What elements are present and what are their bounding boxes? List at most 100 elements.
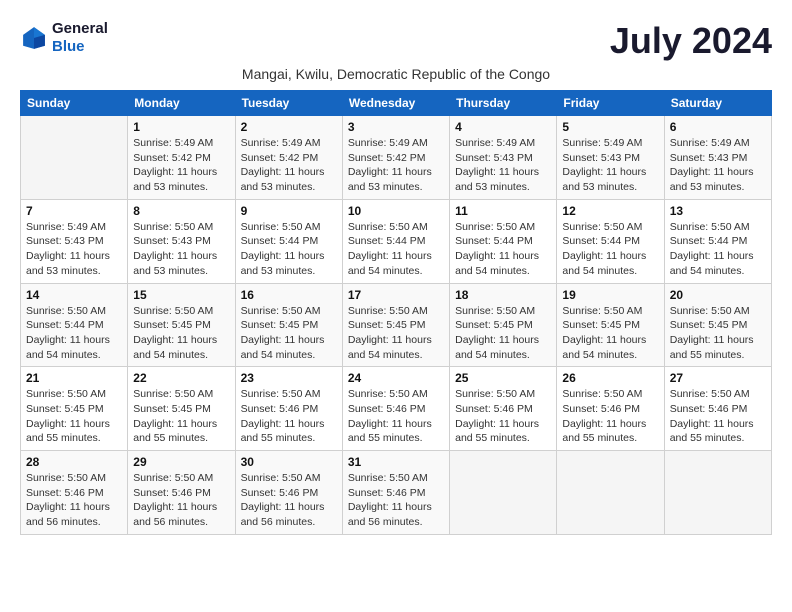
calendar-table: Sunday Monday Tuesday Wednesday Thursday… xyxy=(20,90,772,535)
day-number: 17 xyxy=(348,288,444,302)
day-info: Sunrise: 5:49 AMSunset: 5:43 PMDaylight:… xyxy=(562,136,658,195)
day-number: 3 xyxy=(348,120,444,134)
day-number: 16 xyxy=(241,288,337,302)
day-info: Sunrise: 5:50 AMSunset: 5:45 PMDaylight:… xyxy=(241,304,337,363)
day-number: 9 xyxy=(241,204,337,218)
day-number: 5 xyxy=(562,120,658,134)
calendar-subtitle: Mangai, Kwilu, Democratic Republic of th… xyxy=(20,66,772,82)
day-number: 6 xyxy=(670,120,766,134)
day-number: 29 xyxy=(133,455,229,469)
day-number: 2 xyxy=(241,120,337,134)
col-monday: Monday xyxy=(128,91,235,116)
day-number: 26 xyxy=(562,371,658,385)
day-info: Sunrise: 5:49 AMSunset: 5:42 PMDaylight:… xyxy=(133,136,229,195)
day-info: Sunrise: 5:49 AMSunset: 5:43 PMDaylight:… xyxy=(455,136,551,195)
day-number: 28 xyxy=(26,455,122,469)
day-number: 25 xyxy=(455,371,551,385)
day-info: Sunrise: 5:50 AMSunset: 5:45 PMDaylight:… xyxy=(26,387,122,446)
day-info: Sunrise: 5:50 AMSunset: 5:44 PMDaylight:… xyxy=(455,220,551,279)
col-thursday: Thursday xyxy=(450,91,557,116)
day-info: Sunrise: 5:49 AMSunset: 5:42 PMDaylight:… xyxy=(241,136,337,195)
calendar-cell: 18 Sunrise: 5:50 AMSunset: 5:45 PMDayligh… xyxy=(450,283,557,367)
day-info: Sunrise: 5:50 AMSunset: 5:43 PMDaylight:… xyxy=(133,220,229,279)
day-number: 13 xyxy=(670,204,766,218)
calendar-week-2: 7 Sunrise: 5:49 AMSunset: 5:43 PMDaylight… xyxy=(21,199,772,283)
day-info: Sunrise: 5:50 AMSunset: 5:46 PMDaylight:… xyxy=(348,471,444,530)
day-info: Sunrise: 5:50 AMSunset: 5:46 PMDaylight:… xyxy=(241,471,337,530)
calendar-cell xyxy=(450,451,557,535)
day-info: Sunrise: 5:50 AMSunset: 5:45 PMDaylight:… xyxy=(455,304,551,363)
day-number: 27 xyxy=(670,371,766,385)
calendar-week-5: 28 Sunrise: 5:50 AMSunset: 5:46 PMDayligh… xyxy=(21,451,772,535)
col-friday: Friday xyxy=(557,91,664,116)
calendar-cell: 29 Sunrise: 5:50 AMSunset: 5:46 PMDayligh… xyxy=(128,451,235,535)
day-info: Sunrise: 5:49 AMSunset: 5:43 PMDaylight:… xyxy=(670,136,766,195)
calendar-cell xyxy=(664,451,771,535)
day-info: Sunrise: 5:50 AMSunset: 5:46 PMDaylight:… xyxy=(241,387,337,446)
calendar-cell: 10 Sunrise: 5:50 AMSunset: 5:44 PMDayligh… xyxy=(342,199,449,283)
day-number: 4 xyxy=(455,120,551,134)
calendar-cell: 31Sunrise: 5:50 AMSunset: 5:46 PMDayligh… xyxy=(342,451,449,535)
day-number: 7 xyxy=(26,204,122,218)
calendar-header-row: Sunday Monday Tuesday Wednesday Thursday… xyxy=(21,91,772,116)
day-info: Sunrise: 5:50 AMSunset: 5:45 PMDaylight:… xyxy=(133,304,229,363)
day-info: Sunrise: 5:50 AMSunset: 5:44 PMDaylight:… xyxy=(348,220,444,279)
day-number: 18 xyxy=(455,288,551,302)
calendar-cell: 13 Sunrise: 5:50 AMSunset: 5:44 PMDayligh… xyxy=(664,199,771,283)
day-info: Sunrise: 5:50 AMSunset: 5:46 PMDaylight:… xyxy=(26,471,122,530)
day-info: Sunrise: 5:50 AMSunset: 5:46 PMDaylight:… xyxy=(562,387,658,446)
calendar-cell: 25 Sunrise: 5:50 AMSunset: 5:46 PMDayligh… xyxy=(450,367,557,451)
calendar-cell: 20Sunrise: 5:50 AMSunset: 5:45 PMDayligh… xyxy=(664,283,771,367)
calendar-cell: 24Sunrise: 5:50 AMSunset: 5:46 PMDayligh… xyxy=(342,367,449,451)
month-title: July 2024 xyxy=(610,20,772,62)
logo-text: General Blue xyxy=(52,20,108,56)
day-number: 23 xyxy=(241,371,337,385)
day-number: 20 xyxy=(670,288,766,302)
day-number: 22 xyxy=(133,371,229,385)
day-number: 8 xyxy=(133,204,229,218)
logo-icon xyxy=(20,24,48,52)
calendar-cell: 28 Sunrise: 5:50 AMSunset: 5:46 PMDayligh… xyxy=(21,451,128,535)
day-number: 30 xyxy=(241,455,337,469)
day-info: Sunrise: 5:50 AMSunset: 5:46 PMDaylight:… xyxy=(133,471,229,530)
calendar-week-3: 14 Sunrise: 5:50 AMSunset: 5:44 PMDayligh… xyxy=(21,283,772,367)
calendar-cell: 19 Sunrise: 5:50 AMSunset: 5:45 PMDayligh… xyxy=(557,283,664,367)
day-info: Sunrise: 5:50 AMSunset: 5:45 PMDaylight:… xyxy=(348,304,444,363)
day-info: Sunrise: 5:49 AMSunset: 5:43 PMDaylight:… xyxy=(26,220,122,279)
calendar-cell: 9 Sunrise: 5:50 AMSunset: 5:44 PMDaylight… xyxy=(235,199,342,283)
calendar-cell: 21 Sunrise: 5:50 AMSunset: 5:45 PMDayligh… xyxy=(21,367,128,451)
day-info: Sunrise: 5:50 AMSunset: 5:46 PMDaylight:… xyxy=(348,387,444,446)
day-info: Sunrise: 5:50 AMSunset: 5:46 PMDaylight:… xyxy=(670,387,766,446)
col-tuesday: Tuesday xyxy=(235,91,342,116)
day-info: Sunrise: 5:50 AMSunset: 5:44 PMDaylight:… xyxy=(670,220,766,279)
day-number: 19 xyxy=(562,288,658,302)
day-info: Sunrise: 5:50 AMSunset: 5:45 PMDaylight:… xyxy=(562,304,658,363)
header: General Blue July 2024 xyxy=(20,20,772,62)
logo: General Blue xyxy=(20,20,108,56)
day-number: 21 xyxy=(26,371,122,385)
calendar-cell xyxy=(21,116,128,200)
calendar-cell: 2 Sunrise: 5:49 AMSunset: 5:42 PMDaylight… xyxy=(235,116,342,200)
calendar-cell: 17 Sunrise: 5:50 AMSunset: 5:45 PMDayligh… xyxy=(342,283,449,367)
calendar-cell: 14 Sunrise: 5:50 AMSunset: 5:44 PMDayligh… xyxy=(21,283,128,367)
day-info: Sunrise: 5:49 AMSunset: 5:42 PMDaylight:… xyxy=(348,136,444,195)
calendar-cell xyxy=(557,451,664,535)
day-number: 12 xyxy=(562,204,658,218)
calendar-cell: 12Sunrise: 5:50 AMSunset: 5:44 PMDayligh… xyxy=(557,199,664,283)
day-number: 14 xyxy=(26,288,122,302)
calendar-cell: 30 Sunrise: 5:50 AMSunset: 5:46 PMDayligh… xyxy=(235,451,342,535)
calendar-cell: 23 Sunrise: 5:50 AMSunset: 5:46 PMDayligh… xyxy=(235,367,342,451)
day-info: Sunrise: 5:50 AMSunset: 5:44 PMDaylight:… xyxy=(241,220,337,279)
day-number: 15 xyxy=(133,288,229,302)
calendar-cell: 4 Sunrise: 5:49 AMSunset: 5:43 PMDaylight… xyxy=(450,116,557,200)
calendar-week-4: 21 Sunrise: 5:50 AMSunset: 5:45 PMDayligh… xyxy=(21,367,772,451)
calendar-cell: 8 Sunrise: 5:50 AMSunset: 5:43 PMDaylight… xyxy=(128,199,235,283)
day-info: Sunrise: 5:50 AMSunset: 5:44 PMDaylight:… xyxy=(26,304,122,363)
col-sunday: Sunday xyxy=(21,91,128,116)
day-info: Sunrise: 5:50 AMSunset: 5:45 PMDaylight:… xyxy=(133,387,229,446)
calendar-cell: 11Sunrise: 5:50 AMSunset: 5:44 PMDayligh… xyxy=(450,199,557,283)
day-info: Sunrise: 5:50 AMSunset: 5:46 PMDaylight:… xyxy=(455,387,551,446)
col-saturday: Saturday xyxy=(664,91,771,116)
calendar-cell: 27 Sunrise: 5:50 AMSunset: 5:46 PMDayligh… xyxy=(664,367,771,451)
day-number: 10 xyxy=(348,204,444,218)
